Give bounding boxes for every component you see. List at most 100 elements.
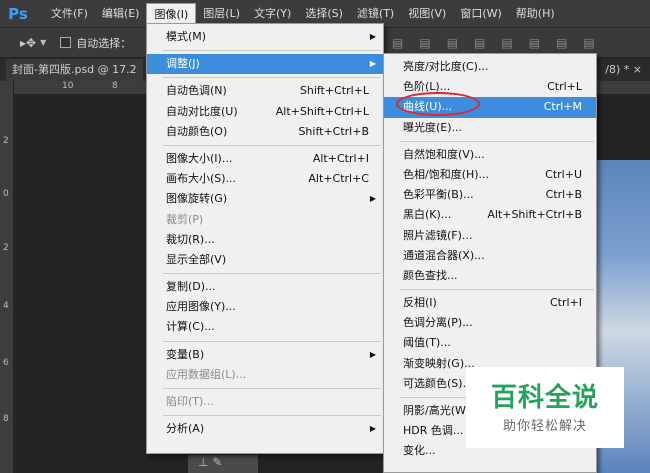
ruler-mark: 2: [3, 136, 9, 146]
menubar-item-2[interactable]: 图像(I): [146, 2, 197, 25]
menu-item-shortcut: Ctrl+L: [547, 80, 582, 94]
distribute-hcenter-icon[interactable]: ▤: [583, 36, 594, 50]
menu-item[interactable]: 色彩平衡(B)... Ctrl+B: [384, 185, 596, 205]
menubar-item-0[interactable]: 文件(F): [44, 3, 95, 25]
watermark-title: 百科全说: [490, 383, 599, 413]
align-top-icon[interactable]: ▤: [392, 36, 403, 50]
menu-item-label: 自动颜色(O): [166, 124, 228, 138]
menubar-item-4[interactable]: 文字(Y): [247, 3, 298, 25]
menu-item[interactable]: 变量(B) ▶: [147, 345, 383, 365]
menu-item[interactable]: 自动颜色(O) Shift+Ctrl+B: [147, 122, 383, 142]
document-tab-suffix-text: /8) *: [605, 63, 630, 76]
menu-item-label: 自动对比度(U): [166, 104, 238, 118]
menu-item[interactable]: 图像大小(I)... Alt+Ctrl+I: [147, 149, 383, 169]
menubar-item-9[interactable]: 帮助(H): [509, 3, 562, 25]
menu-separator: [163, 77, 381, 79]
menu-item-shortcut: Alt+Ctrl+I: [312, 151, 369, 165]
menu-separator: [163, 415, 381, 417]
close-icon[interactable]: ×: [633, 63, 642, 76]
menu-item[interactable]: 显示全部(V): [147, 250, 383, 270]
menu-item-shortcut: Ctrl+B: [545, 188, 582, 202]
menu-item[interactable]: 色相/饱和度(H)... Ctrl+U: [384, 165, 596, 185]
menu-item-label: 裁切(R)...: [166, 232, 215, 246]
menu-item[interactable]: 黑白(K)... Alt+Shift+Ctrl+B: [384, 205, 596, 225]
menu-item[interactable]: 色阶(L)... Ctrl+L: [384, 77, 596, 97]
auto-select-checkbox[interactable]: [60, 37, 72, 48]
align-icons: ▤ ▤ ▤ ▤ ▤ ▤ ▤ ▤: [392, 36, 595, 50]
menu-item[interactable]: 亮度/对比度(C)...: [384, 57, 596, 77]
menu-item-label: 自动色调(N): [166, 84, 227, 98]
document-tab[interactable]: 封面-第四版.psd @ 17.2: [6, 59, 143, 81]
menu-item[interactable]: 复制(D)...: [147, 277, 383, 297]
menu-item-shortcut: Alt+Shift+Ctrl+B: [487, 208, 582, 222]
menu-item[interactable]: 分析(A) ▶: [147, 419, 383, 439]
chevron-down-icon[interactable]: ▼: [40, 38, 46, 47]
distribute-top-icon[interactable]: ▤: [474, 36, 485, 50]
menu-item[interactable]: 画布大小(S)... Alt+Ctrl+C: [147, 169, 383, 189]
menu-item[interactable]: 色调分离(P)...: [384, 313, 596, 333]
menu-item[interactable]: 照片滤镜(F)...: [384, 226, 596, 246]
menu-item-shortcut: Ctrl+M: [543, 100, 582, 114]
menu-item[interactable]: 反相(I) Ctrl+I: [384, 293, 596, 313]
submenu-arrow-icon: ▶: [369, 424, 376, 434]
menu-item[interactable]: 调整(J) ▶: [147, 54, 383, 75]
menu-item-label: HDR 色调...: [403, 424, 464, 438]
menu-item-label: 画布大小(S)...: [166, 172, 237, 186]
menubar-item-5[interactable]: 选择(S): [298, 3, 350, 25]
menu-item-label: 自然饱和度(V)...: [403, 147, 485, 161]
menu-item[interactable]: 计算(C)...: [147, 317, 383, 337]
distribute-left-icon[interactable]: ▤: [556, 36, 567, 50]
menubar-item-1[interactable]: 编辑(E): [95, 3, 147, 25]
menu-item-shortcut: Ctrl+I: [549, 296, 582, 310]
menubar-item-6[interactable]: 滤镜(T): [350, 3, 401, 25]
menu-item-label: 裁剪(P): [166, 212, 204, 226]
menu-item[interactable]: 应用图像(Y)...: [147, 297, 383, 317]
menu-item[interactable]: 曲线(U)... Ctrl+M: [384, 97, 596, 118]
menubar-item-3[interactable]: 图层(L): [196, 3, 247, 25]
menu-item-shortcut: Ctrl+U: [545, 167, 582, 181]
menu-item[interactable]: 自然饱和度(V)...: [384, 145, 596, 165]
watermark-subtitle: 助你轻松解决: [502, 419, 587, 434]
menu-item-label: 色调分离(P)...: [403, 316, 473, 330]
menu-item-label: 图像大小(I)...: [166, 151, 233, 165]
distribute-bottom-icon[interactable]: ▤: [529, 36, 540, 50]
menu-item[interactable]: 裁切(R)...: [147, 230, 383, 250]
menu-item-label: 变化...: [403, 444, 436, 458]
menu-separator: [400, 289, 594, 291]
menu-item[interactable]: 模式(M) ▶: [147, 27, 383, 47]
align-bottom-icon[interactable]: ▤: [447, 36, 458, 50]
menu-item[interactable]: 曝光度(E)...: [384, 118, 596, 138]
menu-item[interactable]: 图像旋转(G) ▶: [147, 189, 383, 209]
menu-item[interactable]: 通道混合器(X)...: [384, 246, 596, 266]
submenu-arrow-icon: ▶: [369, 194, 376, 204]
menu-separator: [400, 140, 594, 142]
menu-item-label: 图像旋转(G): [166, 192, 228, 206]
submenu-arrow-icon: ▶: [369, 349, 376, 359]
menu-item[interactable]: 阈值(T)...: [384, 333, 596, 353]
align-vcenter-icon[interactable]: ▤: [419, 36, 430, 50]
ruler-mark: 0: [3, 189, 9, 199]
menubar-item-8[interactable]: 窗口(W): [453, 3, 508, 25]
submenu-arrow-icon: ▶: [369, 32, 376, 41]
menu-item[interactable]: 自动对比度(U) Alt+Shift+Ctrl+L: [147, 102, 383, 122]
menu-item-label: 照片滤镜(F)...: [403, 228, 473, 242]
menu-item-label: 应用图像(Y)...: [166, 300, 236, 314]
menu-item-label: 可选颜色(S)...: [403, 376, 474, 390]
ruler-mark: 8: [3, 414, 9, 424]
menu-item[interactable]: 自动色调(N) Shift+Ctrl+L: [147, 81, 383, 101]
distribute-vcenter-icon[interactable]: ▤: [501, 36, 512, 50]
menu-item-label: 复制(D)...: [166, 280, 216, 294]
document-tab-suffix: /8) * ×: [605, 63, 642, 76]
floating-tool-panel[interactable]: ⊥ ✎: [188, 455, 258, 473]
ruler-mark: 4: [3, 301, 9, 311]
ruler-mark: 2: [3, 243, 9, 253]
menu-item-label: 亮度/对比度(C)...: [403, 60, 489, 73]
menubar-item-7[interactable]: 视图(V): [401, 3, 453, 25]
menu-item: 应用数据组(L)...: [147, 365, 383, 385]
move-tool-icon[interactable]: ▸✥: [20, 36, 36, 50]
menu-item-shortcut: Shift+Ctrl+L: [299, 84, 369, 98]
menu-separator: [163, 273, 381, 275]
menu-item-shortcut: Shift+Ctrl+B: [298, 124, 369, 138]
ruler-mark: 8: [112, 81, 118, 91]
menu-item[interactable]: 颜色查找...: [384, 266, 596, 286]
